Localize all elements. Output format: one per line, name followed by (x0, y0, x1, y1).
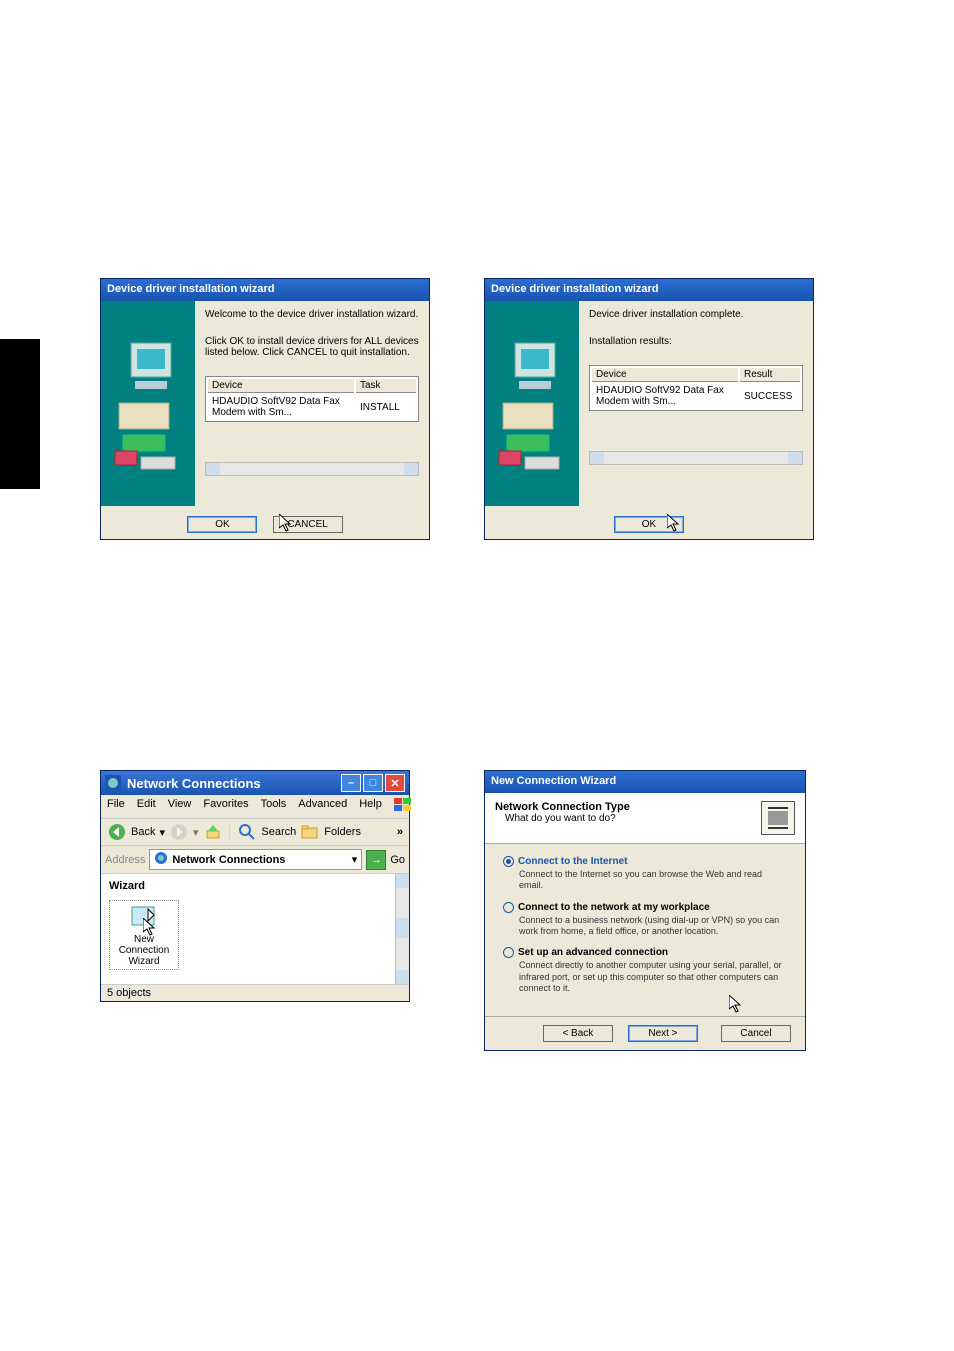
back-button[interactable]: < Back (543, 1025, 613, 1042)
radio-selected-icon[interactable] (503, 856, 514, 867)
window-title: Network Connections (127, 776, 261, 791)
col-result: Result (740, 368, 800, 382)
col-device: Device (592, 368, 738, 382)
menu-bar: File Edit View Favorites Tools Advanced … (101, 795, 409, 819)
col-task: Task (356, 379, 416, 393)
welcome-text: Welcome to the device driver installatio… (205, 309, 419, 320)
menu-file[interactable]: File (107, 798, 125, 815)
close-button[interactable]: ✕ (385, 774, 405, 792)
back-label[interactable]: Back (131, 826, 155, 838)
category-header: Wizard (109, 880, 401, 892)
wizard-header: Network Connection Type What do you want… (485, 793, 805, 844)
col-device: Device (208, 379, 354, 393)
cancel-button[interactable]: Cancel (721, 1025, 791, 1042)
go-label[interactable]: Go (390, 854, 405, 866)
toolbar: Back ▾ ▾ │ Search Folders » (101, 819, 409, 846)
network-connections-window: Network Connections – □ ✕ File Edit View… (100, 770, 410, 1002)
option-connect-workplace[interactable]: Connect to the network at my workplace C… (503, 902, 787, 938)
new-connection-wizard-item[interactable]: New Connection Wizard (109, 900, 179, 970)
option-description: Connect to a business network (using dia… (519, 915, 787, 938)
device-task: INSTALL (356, 395, 416, 419)
complete-text: Device driver installation complete. (589, 309, 803, 320)
menu-tools[interactable]: Tools (261, 798, 287, 815)
device-list-table: DeviceTask HDAUDIO SoftV92 Data Fax Mode… (205, 376, 419, 422)
content-pane: Wizard New Connection Wizard (101, 874, 409, 984)
search-label[interactable]: Search (261, 826, 296, 838)
network-icon (105, 775, 121, 791)
menu-view[interactable]: View (168, 798, 192, 815)
dialog-title: New Connection Wizard (485, 771, 805, 793)
vertical-scrollbar[interactable] (395, 874, 409, 984)
results-label: Installation results: (589, 336, 803, 347)
wizard-header-icon (761, 801, 795, 835)
forward-dropdown-icon[interactable]: ▾ (193, 826, 199, 839)
device-name: HDAUDIO SoftV92 Data Fax Modem with Sm..… (208, 395, 354, 419)
option-label: Connect to the Internet (518, 856, 627, 867)
options-group: Connect to the Internet Connect to the I… (485, 844, 805, 1016)
device-result-table: DeviceResult HDAUDIO SoftV92 Data Fax Mo… (589, 365, 803, 411)
option-label: Set up an advanced connection (518, 947, 668, 958)
radio-icon[interactable] (503, 902, 514, 913)
wizard-footer: < Back Next > Cancel (485, 1016, 805, 1050)
option-description: Connect directly to another computer usi… (519, 960, 787, 994)
item-label: New Connection Wizard (112, 934, 176, 967)
wizard-item-icon (128, 903, 160, 931)
page-side-tab (0, 339, 40, 489)
back-dropdown-icon[interactable]: ▾ (159, 826, 165, 839)
menu-advanced[interactable]: Advanced (298, 798, 347, 815)
horizontal-scrollbar[interactable] (589, 451, 803, 465)
dropdown-icon[interactable]: ▾ (352, 853, 358, 866)
driver-install-wizard-1: Device driver installation wizard Welcom… (100, 278, 430, 540)
network-icon (154, 851, 168, 868)
table-row[interactable]: HDAUDIO SoftV92 Data Fax Modem with Sm..… (592, 384, 800, 408)
folders-icon[interactable] (300, 822, 320, 842)
radio-icon[interactable] (503, 947, 514, 958)
cancel-button[interactable]: CANCEL (273, 516, 343, 533)
windows-flag-icon (394, 798, 412, 815)
option-label: Connect to the network at my workplace (518, 902, 710, 913)
back-button[interactable] (107, 822, 127, 842)
address-value: Network Connections (172, 854, 285, 866)
toolbar-overflow[interactable]: » (397, 826, 403, 838)
up-button[interactable] (203, 822, 223, 842)
address-label: Address (105, 854, 145, 866)
new-connection-wizard: New Connection Wizard Network Connection… (484, 770, 806, 1051)
dialog-title: Device driver installation wizard (485, 279, 813, 301)
go-button[interactable]: → (366, 850, 386, 870)
wizard-sidebar-graphic (485, 301, 579, 506)
menu-edit[interactable]: Edit (137, 798, 156, 815)
option-description: Connect to the Internet so you can brows… (519, 869, 787, 892)
forward-button[interactable] (169, 822, 189, 842)
status-bar: 5 objects (101, 984, 409, 1001)
minimize-button[interactable]: – (341, 774, 361, 792)
window-titlebar[interactable]: Network Connections – □ ✕ (101, 771, 409, 795)
folders-label[interactable]: Folders (324, 826, 361, 838)
menu-favorites[interactable]: Favorites (203, 798, 248, 815)
option-advanced-connection[interactable]: Set up an advanced connection Connect di… (503, 947, 787, 994)
wizard-sidebar-graphic (101, 301, 195, 506)
maximize-button[interactable]: □ (363, 774, 383, 792)
device-result: SUCCESS (740, 384, 800, 408)
next-button[interactable]: Next > (628, 1025, 698, 1042)
search-icon[interactable] (237, 822, 257, 842)
dialog-title: Device driver installation wizard (101, 279, 429, 301)
option-connect-internet[interactable]: Connect to the Internet Connect to the I… (503, 856, 787, 892)
horizontal-scrollbar[interactable] (205, 462, 419, 476)
device-name: HDAUDIO SoftV92 Data Fax Modem with Sm..… (592, 384, 738, 408)
ok-button[interactable]: OK (187, 516, 257, 533)
address-input[interactable]: Network Connections ▾ (149, 849, 362, 870)
table-row[interactable]: HDAUDIO SoftV92 Data Fax Modem with Sm..… (208, 395, 416, 419)
driver-install-wizard-2: Device driver installation wizard Device… (484, 278, 814, 540)
address-bar: Address Network Connections ▾ → Go (101, 846, 409, 874)
instruction-text: Click OK to install device drivers for A… (205, 336, 419, 358)
header-subtitle: What do you want to do? (505, 813, 630, 824)
header-title: Network Connection Type (495, 801, 630, 813)
menu-help[interactable]: Help (359, 798, 382, 815)
ok-button[interactable]: OK (614, 516, 684, 533)
